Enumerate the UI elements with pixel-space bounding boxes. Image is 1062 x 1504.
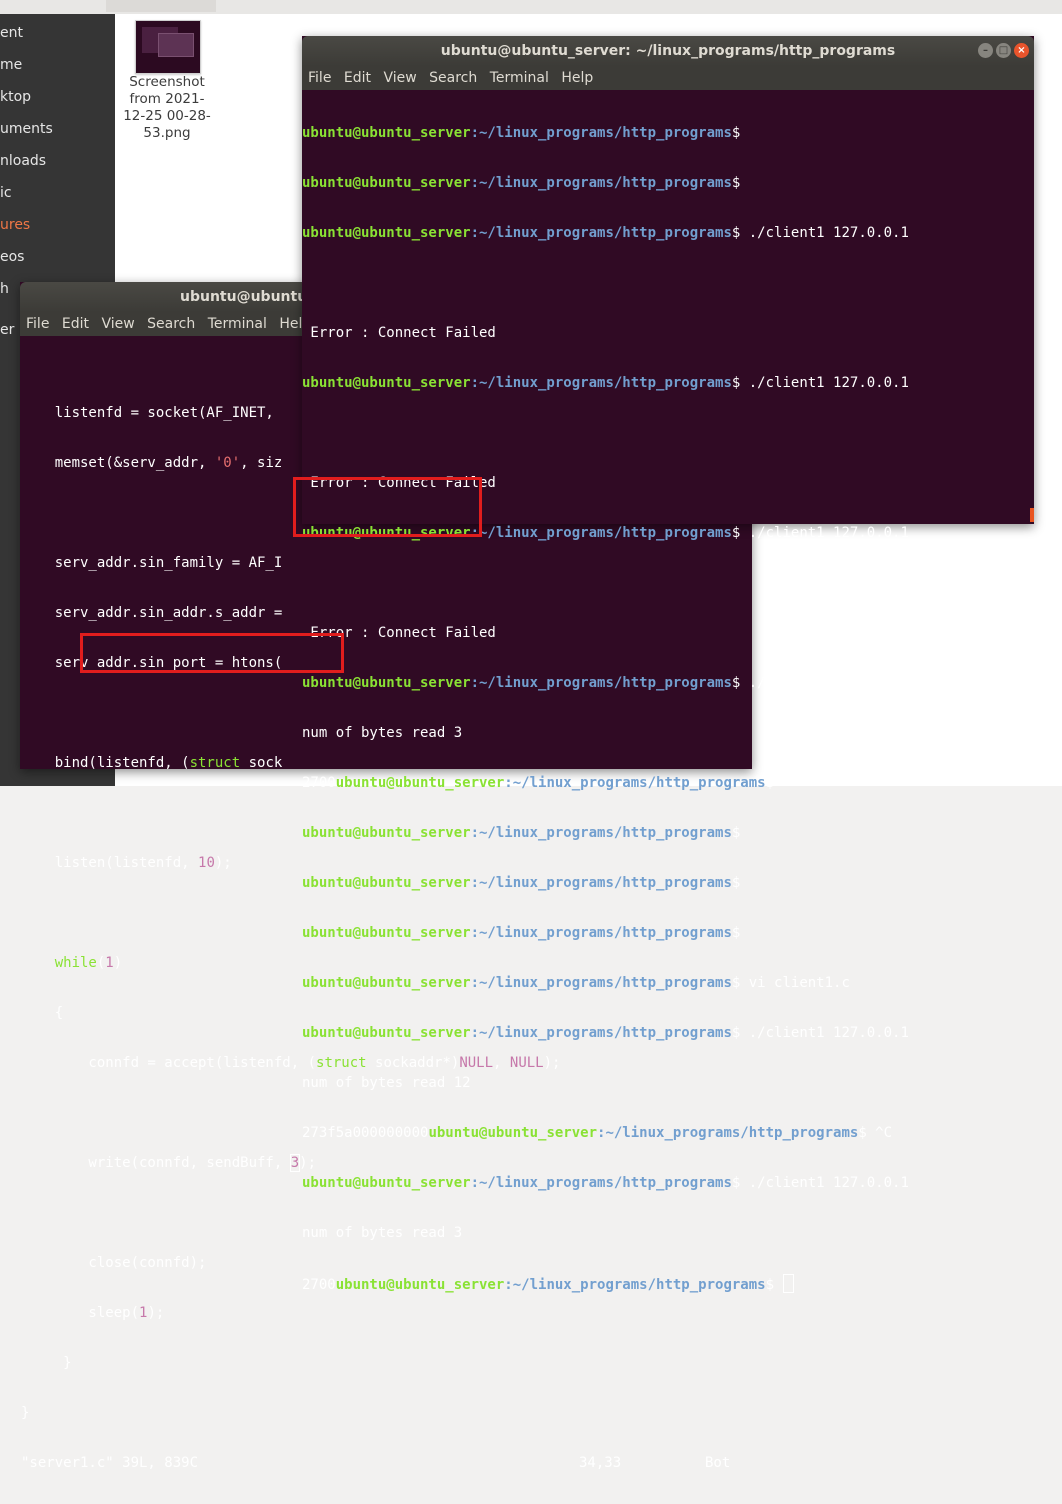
highlight-box-write <box>80 633 344 673</box>
output-line: num of bytes read 3 <box>302 1225 463 1241</box>
terminal-cursor <box>783 1274 795 1293</box>
code-line: while(1) <box>21 955 123 971</box>
vim-status-line: "server1.c" 39L, 839C 34,33 Bot <box>21 1454 752 1472</box>
vim-status-file: "server1.c" 39L, 839C <box>21 1455 199 1471</box>
menu-file[interactable]: File <box>308 66 331 90</box>
prompt-line: ubuntu@ubuntu_server:~/linux_programs/ht… <box>302 125 741 141</box>
shell-terminal-output[interactable]: ubuntu@ubuntu_server:~/linux_programs/ht… <box>302 92 1034 1293</box>
maximize-icon[interactable]: □ <box>996 43 1011 58</box>
error-line: Error : Connect Failed <box>302 325 496 341</box>
sidebar-item-videos[interactable]: eos <box>0 249 24 265</box>
shell-terminal-window[interactable]: ubuntu@ubuntu_server: ~/linux_programs/h… <box>302 36 1034 1293</box>
file-name-line: Screenshot <box>129 74 205 90</box>
shell-terminal-menubar: File Edit View Search Terminal Help <box>302 66 1034 90</box>
prompt-line: 273f5a000000000ubuntu@ubuntu_server:~/li… <box>302 1125 893 1141</box>
prompt-line: ubuntu@ubuntu_server:~/linux_programs/ht… <box>302 925 741 941</box>
highlight-box-output <box>293 477 482 537</box>
prompt-line: ubuntu@ubuntu_server:~/linux_programs/ht… <box>302 1025 909 1041</box>
vim-status-scroll: Bot <box>705 1455 731 1471</box>
sidebar-item-music[interactable]: ic <box>0 185 12 201</box>
file-name-line: 12-25 00-28- <box>123 108 211 124</box>
file-name-line: 53.png <box>143 125 191 141</box>
prompt-line: ubuntu@ubuntu_server:~/linux_programs/ht… <box>302 825 741 841</box>
code-line: connfd = accept(listenfd, (struct sockad… <box>21 1055 561 1071</box>
minimize-icon[interactable]: – <box>978 43 993 58</box>
output-line: num of bytes read 3 <box>302 725 463 741</box>
menu-edit[interactable]: Edit <box>344 66 371 90</box>
code-line: { <box>21 1005 64 1021</box>
prompt-line: ubuntu@ubuntu_server:~/linux_programs/ht… <box>302 875 741 891</box>
menu-search[interactable]: Search <box>147 312 195 336</box>
sidebar-item-home[interactable]: me <box>0 57 22 73</box>
sidebar-item-desktop[interactable]: ktop <box>0 89 31 105</box>
menu-view[interactable]: View <box>101 312 134 336</box>
terminal-scrollbar[interactable] <box>1030 508 1034 522</box>
shell-terminal-titlebar[interactable]: ubuntu@ubuntu_server: ~/linux_programs/h… <box>302 36 1034 66</box>
prompt-line: ubuntu@ubuntu_server:~/linux_programs/ht… <box>302 225 909 241</box>
window-controls: – □ × <box>975 43 1029 62</box>
file-name-label[interactable]: Screenshot from 2021- 12-25 00-28- 53.pn… <box>119 74 215 142</box>
menu-edit[interactable]: Edit <box>62 312 89 336</box>
menu-terminal[interactable]: Terminal <box>208 312 267 336</box>
sidebar-item-pictures[interactable]: ures <box>0 217 30 233</box>
code-line-write: write(connfd, sendBuff, 3); <box>21 1154 317 1172</box>
menu-file[interactable]: File <box>26 312 49 336</box>
sidebar-item-trash[interactable]: h <box>0 281 9 297</box>
shell-terminal-title: ubuntu@ubuntu_server: ~/linux_programs/h… <box>440 43 896 59</box>
file-manager-tab[interactable] <box>106 0 216 12</box>
file-name-line: from 2021- <box>129 91 205 107</box>
prompt-line: ubuntu@ubuntu_server:~/linux_programs/ht… <box>302 975 850 991</box>
output-line: num of bytes read 12 <box>302 1075 471 1091</box>
menu-help[interactable]: Help <box>561 66 593 90</box>
prompt-line: ubuntu@ubuntu_server:~/linux_programs/ht… <box>302 1175 909 1191</box>
code-line: } <box>21 1405 30 1421</box>
image-thumbnail-icon[interactable] <box>135 20 201 74</box>
sidebar-item-documents[interactable]: uments <box>0 121 53 137</box>
vim-cursor: 3 <box>289 1154 301 1172</box>
code-line: listen(listenfd, 10); <box>21 855 232 871</box>
prompt-line: ubuntu@ubuntu_server:~/linux_programs/ht… <box>302 375 909 391</box>
prompt-line: 2700ubuntu@ubuntu_server:~/linux_program… <box>302 775 775 791</box>
sidebar-item-downloads[interactable]: nloads <box>0 153 46 169</box>
code-line: close(connfd); <box>21 1255 207 1271</box>
vim-status-position: 34,33 <box>579 1455 622 1471</box>
close-icon[interactable]: × <box>1014 43 1029 58</box>
prompt-line-current: 2700ubuntu@ubuntu_server:~/linux_program… <box>302 1274 1034 1293</box>
sidebar-item-recent[interactable]: ent <box>0 25 23 41</box>
file-manager-header-strip <box>0 0 1062 15</box>
code-line: } <box>21 1355 72 1371</box>
error-line: Error : Connect Failed <box>302 625 496 641</box>
menu-search[interactable]: Search <box>429 66 477 90</box>
code-line: sleep(1); <box>21 1305 165 1321</box>
prompt-line: ubuntu@ubuntu_server:~/linux_programs/ht… <box>302 675 909 691</box>
prompt-line: ubuntu@ubuntu_server:~/linux_programs/ht… <box>302 175 741 191</box>
menu-terminal[interactable]: Terminal <box>490 66 549 90</box>
menu-view[interactable]: View <box>383 66 416 90</box>
